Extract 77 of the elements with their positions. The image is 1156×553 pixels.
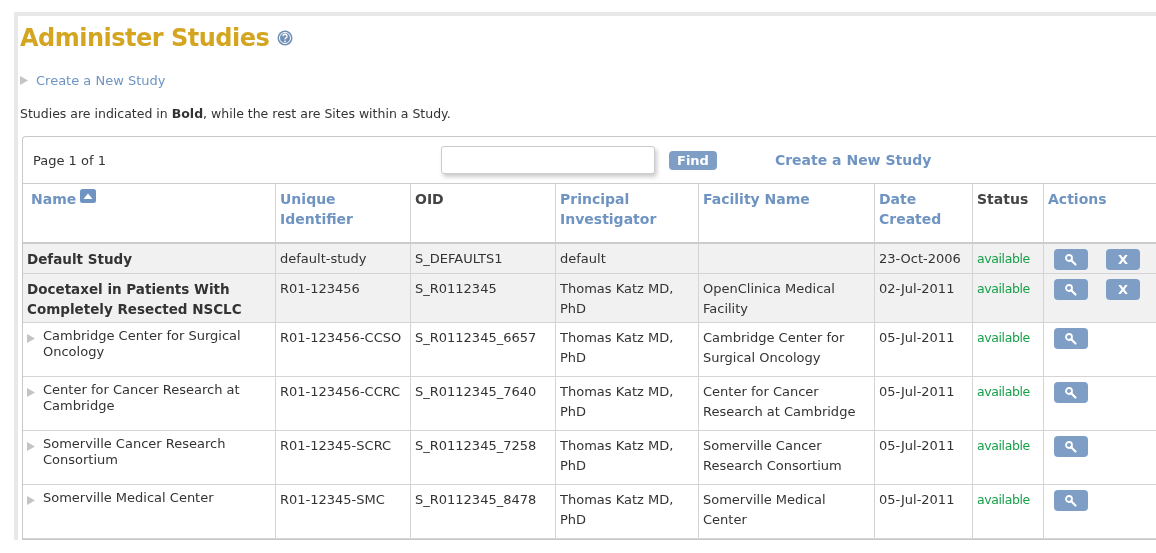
- table-cell: default-study: [280, 251, 367, 266]
- triangle-icon: [27, 496, 35, 505]
- create-study-link[interactable]: Create a New Study: [774, 152, 932, 168]
- help-icon[interactable]: [277, 30, 294, 46]
- view-button[interactable]: [1054, 382, 1088, 403]
- table-cell: S_R0112345_6657: [415, 330, 537, 345]
- triangle-icon: [27, 442, 35, 451]
- status-text: available: [977, 251, 1030, 266]
- view-button[interactable]: [1054, 436, 1088, 457]
- table-cell: 05-Jul-2011: [879, 384, 955, 399]
- study-name: Cambridge Center for Surgical Oncology: [43, 328, 242, 360]
- table-cell: Thomas Katz MD, PhD: [560, 492, 674, 527]
- search-field[interactable]: [441, 146, 655, 174]
- table-cell: 02-Jul-2011: [879, 281, 955, 296]
- table-cell: R01-123456-CCSO: [280, 330, 402, 345]
- triangle-icon: [20, 75, 28, 85]
- remove-button[interactable]: X: [1106, 249, 1140, 270]
- table-cell: Thomas Katz MD, PhD: [560, 438, 674, 473]
- column-header[interactable]: Unique Identifier: [280, 189, 380, 229]
- magnifier-icon: [1064, 282, 1078, 297]
- table-cell: Thomas Katz MD, PhD: [560, 330, 674, 365]
- magnifier-icon: [1064, 439, 1078, 454]
- sort-ascending-icon[interactable]: [80, 189, 97, 203]
- table-cell: R01-123456-CCRC: [280, 384, 401, 399]
- table-cell: Thomas Katz MD, PhD: [560, 384, 674, 419]
- table-cell: 05-Jul-2011: [879, 330, 955, 345]
- table-cell: S_R0112345: [415, 281, 497, 296]
- legend-note: Studies are indicated in Bold, while the rest are Sites within a Study.: [20, 106, 452, 123]
- magnifier-icon: [1064, 331, 1078, 346]
- table-cell: OpenClinica Medical Facility: [703, 281, 835, 316]
- study-name: Docetaxel in Patients With Completely Resected NSCLC: [27, 280, 243, 319]
- column-header[interactable]: Principal Investigator: [560, 189, 694, 229]
- column-header: Status: [977, 190, 1029, 209]
- column-header[interactable]: Date Created: [879, 189, 968, 229]
- magnifier-icon: [1064, 493, 1078, 508]
- status-text: available: [977, 438, 1030, 453]
- table-cell: 23-Oct-2006: [879, 251, 961, 266]
- study-name: Center for Cancer Research at Cambridge: [43, 382, 241, 414]
- status-text: available: [977, 281, 1030, 296]
- table-cell: R01-123456: [280, 281, 360, 296]
- view-button[interactable]: [1054, 328, 1088, 349]
- column-header[interactable]: Facility Name: [703, 189, 810, 209]
- study-name: Somerville Medical Center: [43, 490, 214, 506]
- create-study-link[interactable]: Create a New Study: [36, 72, 166, 88]
- page-title: Administer Studies: [20, 24, 270, 52]
- table-cell: default: [560, 251, 606, 266]
- status-text: available: [977, 384, 1030, 399]
- page-indicator: Page 1 of 1: [33, 152, 107, 168]
- magnifier-icon: [1064, 385, 1078, 400]
- view-button[interactable]: [1054, 490, 1088, 511]
- table-cell: Thomas Katz MD, PhD: [560, 281, 674, 316]
- table-cell: Somerville Medical Center: [703, 492, 826, 527]
- find-button[interactable]: Find: [669, 150, 717, 170]
- table-cell: Cambridge Center for Surgical Oncology: [703, 330, 845, 365]
- status-text: available: [977, 330, 1030, 345]
- view-button[interactable]: [1054, 279, 1088, 300]
- status-text: available: [977, 492, 1030, 507]
- study-name: Somerville Cancer Research Consortium: [43, 436, 227, 468]
- remove-button[interactable]: X: [1106, 279, 1140, 300]
- table-cell: S_DEFAULTS1: [415, 251, 503, 266]
- table-cell: Center for Cancer Research at Cambridge: [703, 384, 856, 419]
- view-button[interactable]: [1054, 249, 1088, 270]
- table-cell: R01-12345-SMC: [280, 492, 385, 507]
- table-cell: S_R0112345_8478: [415, 492, 537, 507]
- table-cell: S_R0112345_7640: [415, 384, 537, 399]
- column-header[interactable]: Name: [31, 189, 77, 209]
- column-header[interactable]: Actions: [1048, 189, 1107, 209]
- table-cell: Somerville Cancer Research Consortium: [703, 438, 842, 473]
- magnifier-icon: [1064, 252, 1078, 267]
- table-cell: R01-12345-SCRC: [280, 438, 392, 453]
- triangle-icon: [27, 388, 35, 397]
- column-header: OID: [415, 190, 444, 209]
- triangle-icon: [27, 334, 35, 343]
- table-cell: S_R0112345_7258: [415, 438, 537, 453]
- table-cell: 05-Jul-2011: [879, 492, 955, 507]
- study-name: Default Study: [27, 250, 132, 269]
- table-cell: 05-Jul-2011: [879, 438, 955, 453]
